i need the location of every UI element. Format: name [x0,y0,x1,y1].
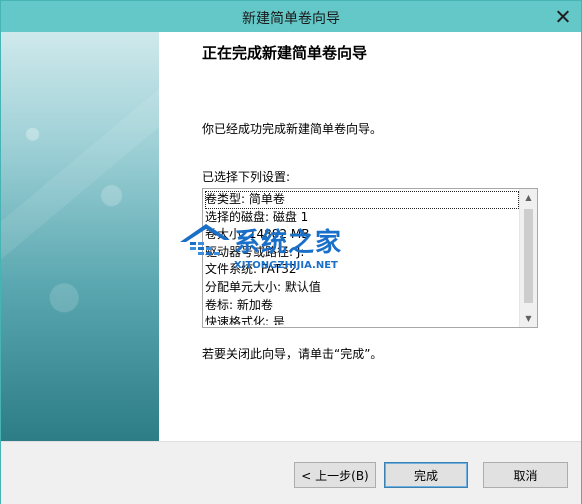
close-icon[interactable] [553,7,573,26]
watermark-url: XITONGZHIJIA.NET [234,260,338,271]
completion-message: 你已经成功完成新建简单卷向导。 [202,122,383,136]
cancel-button[interactable]: 取消 [483,462,568,488]
list-item[interactable]: 快速格式化: 是 [205,314,519,325]
settings-label: 已选择下列设置: [202,170,291,184]
back-button[interactable]: < 上一步(B) [294,462,376,488]
house-logo-icon [180,224,230,255]
list-item[interactable]: 卷标: 新加卷 [205,297,519,315]
vertical-scrollbar[interactable]: ▲ ▼ [519,189,537,327]
title-bar[interactable]: 新建简单卷向导 [1,1,581,32]
button-bar: < 上一步(B) 完成 取消 [1,441,581,504]
finish-button[interactable]: 完成 [384,462,468,488]
wizard-sidebar-image [1,32,159,441]
scroll-down-icon[interactable]: ▼ [520,310,537,327]
scrollbar-thumb[interactable] [524,209,533,303]
list-item[interactable]: 分配单元大小: 默认值 [205,279,519,297]
watermark-title: 系统之家 [234,228,343,258]
window-title: 新建简单卷向导 [242,11,340,27]
wizard-window: 新建简单卷向导 正在完成新建简单卷向导 你已经成功完成新建简单卷向导。 已选择下… [0,0,582,504]
site-watermark: 系统之家 XITONGZHIJIA.NET [176,216,376,276]
close-hint-text: 若要关闭此向导，请单击“完成”。 [202,347,383,361]
list-item[interactable]: 卷类型: 简单卷 [205,191,519,209]
page-title: 正在完成新建简单卷向导 [202,44,368,62]
sidebar-decoration [1,32,159,441]
scroll-up-icon[interactable]: ▲ [520,189,537,206]
